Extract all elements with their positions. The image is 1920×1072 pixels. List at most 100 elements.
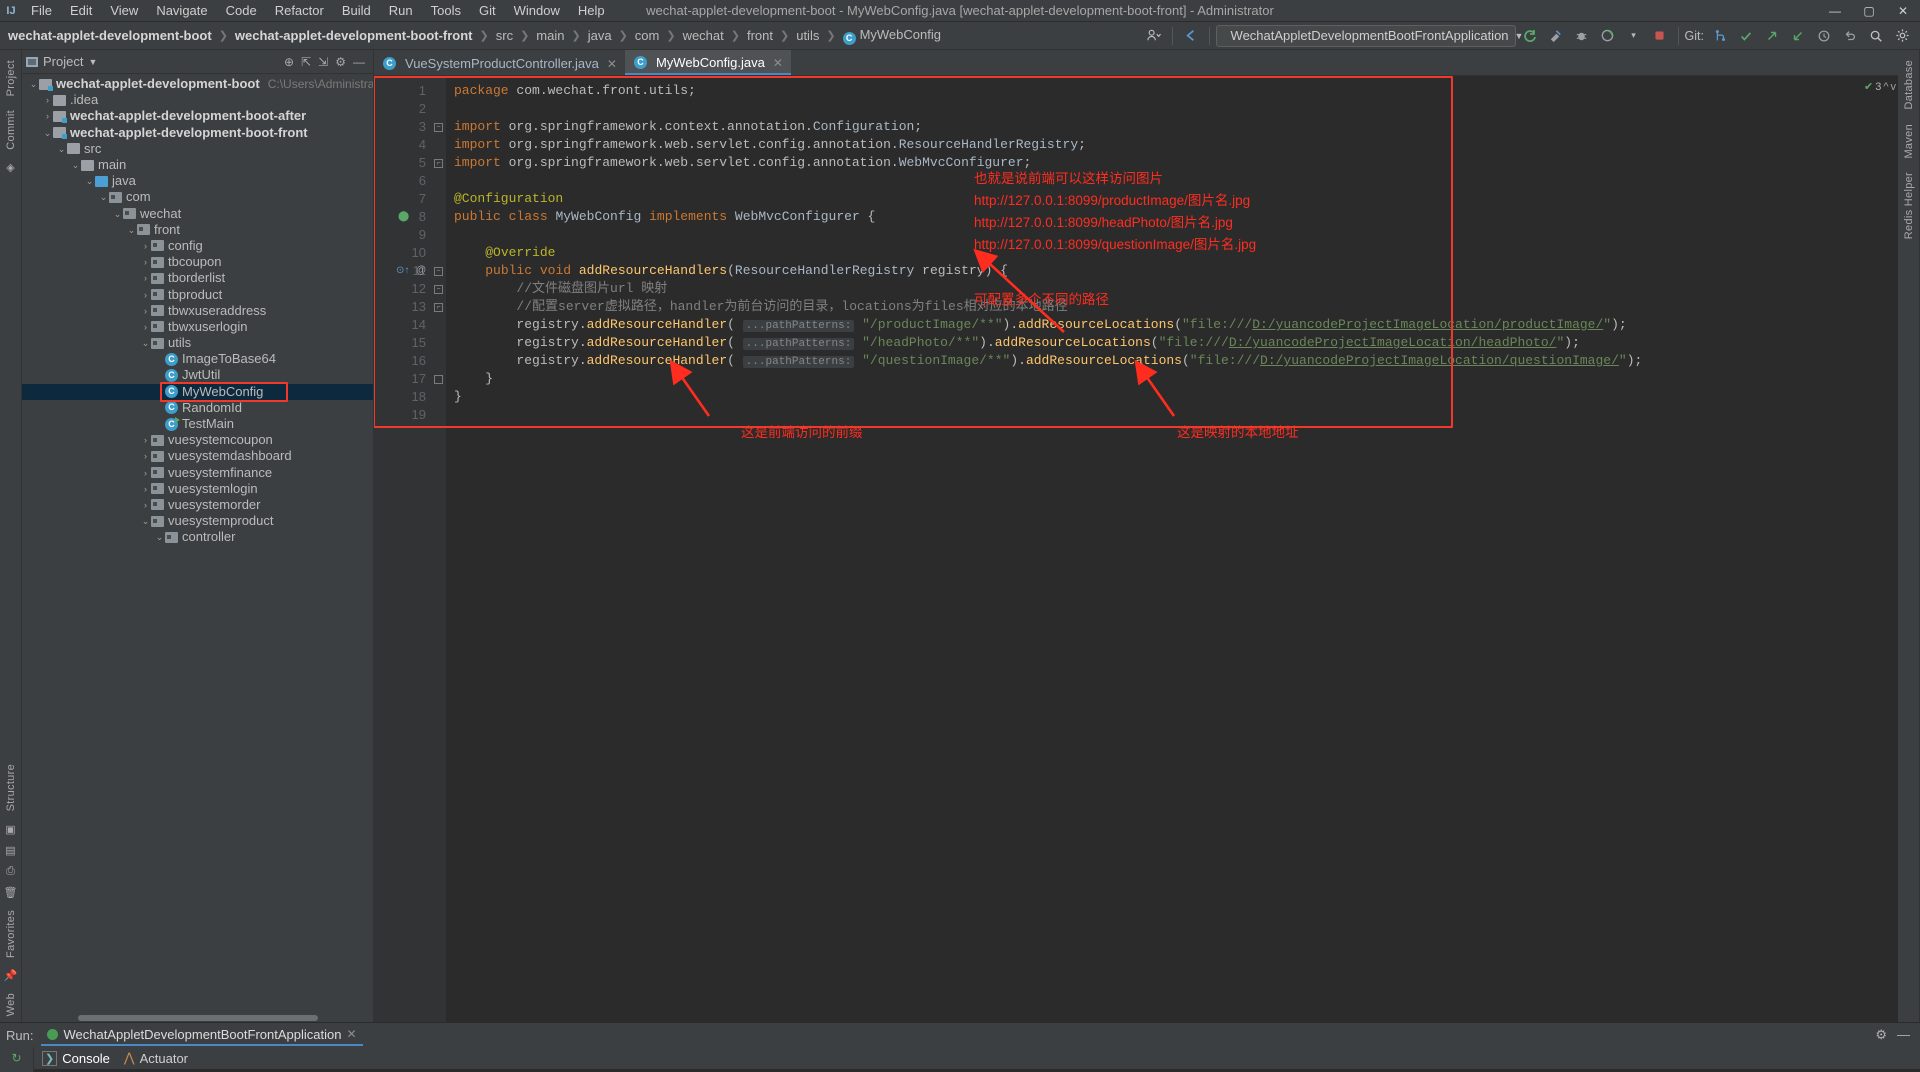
tree-node-main[interactable]: ⌄ main <box>22 157 373 173</box>
chevron-right-icon[interactable]: › <box>140 497 151 513</box>
settings-icon-project[interactable]: ⚙ <box>335 55 346 69</box>
build-icon[interactable] <box>1544 24 1568 48</box>
gear-icon[interactable] <box>1890 24 1914 48</box>
fold-marker[interactable]: ⌐ <box>434 159 443 168</box>
pull-requests-icon[interactable]: ◈ <box>6 158 14 177</box>
locate-icon[interactable]: ⊕ <box>284 55 294 69</box>
tree-node-wechat-applet-development-boot[interactable]: ⌄ wechat-applet-development-boot C:\Users\… <box>22 76 373 92</box>
chevron-right-icon[interactable]: › <box>140 448 151 464</box>
chevron-down-icon[interactable]: ⌄ <box>56 141 67 157</box>
main-menu[interactable]: File Edit View Navigate Code Refactor Build Run… <box>22 0 614 22</box>
chevron-down-icon[interactable]: ⌄ <box>140 513 151 529</box>
stop-icon[interactable] <box>1648 24 1672 48</box>
fold-marker[interactable]: ⌐ <box>434 303 443 312</box>
breadcrumb-item-1[interactable]: wechat-applet-development-boot-front <box>233 28 475 43</box>
chevron-right-icon[interactable]: › <box>140 270 151 286</box>
chevron-right-icon[interactable]: › <box>140 303 151 319</box>
tree-node-src[interactable]: ⌄ src <box>22 141 373 157</box>
search-icon[interactable] <box>1864 24 1888 48</box>
gutter-line-4[interactable]: 4 <box>374 136 432 154</box>
gutter-line-11[interactable]: 11 ⊙↑ @ <box>374 262 432 280</box>
tool-window-commit[interactable]: Commit <box>5 104 17 156</box>
tree-node-tbproduct[interactable]: › tbproduct <box>22 286 373 302</box>
tree-node-config[interactable]: › config <box>22 238 373 254</box>
fold-marker[interactable]: − <box>434 123 443 132</box>
gutter-line-15[interactable]: 15 <box>374 334 432 352</box>
profile-icon[interactable] <box>1142 24 1166 48</box>
gutter-line-5[interactable]: 5 <box>374 154 432 172</box>
breadcrumb-item-7[interactable]: front <box>745 28 775 43</box>
tree-node--idea[interactable]: › .idea <box>22 92 373 108</box>
breadcrumb-item-3[interactable]: main <box>534 28 566 43</box>
close-button[interactable]: ✕ <box>1886 0 1920 22</box>
chevron-right-icon[interactable]: › <box>140 287 151 303</box>
chevron-down-icon[interactable]: ⌄ <box>70 157 81 173</box>
tab-console[interactable]: ❯ Console <box>42 1050 110 1066</box>
tree-node-testmain[interactable]: C TestMain <box>22 416 373 432</box>
gutter-line-1[interactable]: 1 <box>374 82 432 100</box>
menu-item-build[interactable]: Build <box>333 0 380 22</box>
gutter-line-16[interactable]: 16 <box>374 352 432 370</box>
collapse-all-icon[interactable]: ⇲ <box>318 55 328 69</box>
hide-icon-run[interactable]: — <box>1897 1027 1910 1043</box>
breadcrumb-item-8[interactable]: utils <box>794 28 821 43</box>
git-branch-icon[interactable] <box>1708 24 1732 48</box>
tree-node-jwtutil[interactable]: C JwtUtil <box>22 367 373 383</box>
menu-item-tools[interactable]: Tools <box>422 0 470 22</box>
tool-window-maven[interactable]: Maven <box>1903 118 1915 165</box>
override-marker-icon[interactable]: ⊙↑ <box>396 262 409 280</box>
gutter-line-10[interactable]: 10 <box>374 244 432 262</box>
breadcrumb-item-9[interactable]: C MyWebConfig <box>841 27 943 45</box>
menu-item-window[interactable]: Window <box>505 0 569 22</box>
console-tabs[interactable]: ❯ Console ⋀ Actuator <box>34 1047 1920 1069</box>
chevron-down-icon[interactable]: ⌄ <box>154 529 165 545</box>
tree-node-front[interactable]: ⌄ front <box>22 222 373 238</box>
menu-item-git[interactable]: Git <box>470 0 505 22</box>
gutter-line-7[interactable]: 7 <box>374 190 432 208</box>
run-configuration-selector[interactable]: WechatAppletDevelopmentBootFrontApplicat… <box>1215 24 1523 47</box>
window-controls[interactable]: — ▢ ✕ <box>1818 0 1920 22</box>
trash-icon[interactable]: 🗑 <box>4 883 18 902</box>
settings-icon-run[interactable]: ⚙ <box>1875 1027 1887 1043</box>
back-icon[interactable] <box>1179 24 1203 48</box>
gutter-line-9[interactable]: 9 <box>374 226 432 244</box>
gutter-line-13[interactable]: 13 <box>374 298 432 316</box>
tool-window-project[interactable]: Project <box>5 54 17 102</box>
menu-item-help[interactable]: Help <box>569 0 614 22</box>
rerun-icon[interactable] <box>1518 24 1542 48</box>
tree-node-tbwxuseraddress[interactable]: › tbwxuseraddress <box>22 303 373 319</box>
pin-icon[interactable]: 📌 <box>4 966 18 985</box>
tool-window-web[interactable]: Web <box>5 987 17 1022</box>
tree-node-vuesystemdashboard[interactable]: › vuesystemdashboard <box>22 448 373 464</box>
tree-node-vuesystemorder[interactable]: › vuesystemorder <box>22 497 373 513</box>
right-tool-strip[interactable]: Database Maven Redis Helper <box>1898 50 1920 1022</box>
editor-tab-vuesystemproductcontroller[interactable]: C VueSystemProductController.java ✕ <box>374 50 625 75</box>
git-pull-icon[interactable] <box>1786 24 1810 48</box>
tree-node-wechat-applet-development-boot-after[interactable]: › wechat-applet-development-boot-after <box>22 108 373 124</box>
inspections-widget[interactable]: ✔ 3 ^ v <box>1864 80 1896 94</box>
gutter-line-17[interactable]: 17 <box>374 370 432 388</box>
tree-node-wechat[interactable]: ⌄ wechat <box>22 206 373 222</box>
close-icon-tab[interactable]: ✕ <box>607 57 617 71</box>
menu-item-view[interactable]: View <box>101 0 147 22</box>
menu-item-run[interactable]: Run <box>380 0 422 22</box>
project-tree[interactable]: ⌄ wechat-applet-development-boot C:\Users\… <box>22 74 373 1014</box>
run-with-coverage-icon[interactable] <box>1596 24 1620 48</box>
tree-node-vuesystemproduct[interactable]: ⌄ vuesystemproduct <box>22 513 373 529</box>
chevron-down-icon[interactable]: ⌄ <box>84 173 95 189</box>
editor-tabs[interactable]: C VueSystemProductController.java ✕ C MyWebC… <box>374 50 1898 76</box>
chevron-down-icon[interactable]: ⌄ <box>126 222 137 238</box>
tree-node-tbwxuserlogin[interactable]: › tbwxuserlogin <box>22 319 373 335</box>
rerun-icon-console[interactable]: ↻ <box>11 1051 21 1065</box>
tree-node-mywebconfig[interactable]: C MyWebConfig <box>22 383 373 400</box>
database-small-icon[interactable]: ▤ <box>5 841 15 860</box>
gutter-line-8[interactable]: 8 ⬤ <box>374 208 432 226</box>
fold-marker[interactable] <box>434 375 443 384</box>
menu-item-edit[interactable]: Edit <box>61 0 101 22</box>
tree-node-controller[interactable]: ⌄ controller <box>22 529 373 545</box>
tree-node-tborderlist[interactable]: › tborderlist <box>22 270 373 286</box>
project-tree-hscrollbar[interactable] <box>22 1014 373 1022</box>
chevron-right-icon[interactable]: › <box>140 238 151 254</box>
gutter-line-2[interactable]: 2 <box>374 100 432 118</box>
editor-tab-mywebconfig[interactable]: C MyWebConfig.java ✕ <box>624 50 791 75</box>
